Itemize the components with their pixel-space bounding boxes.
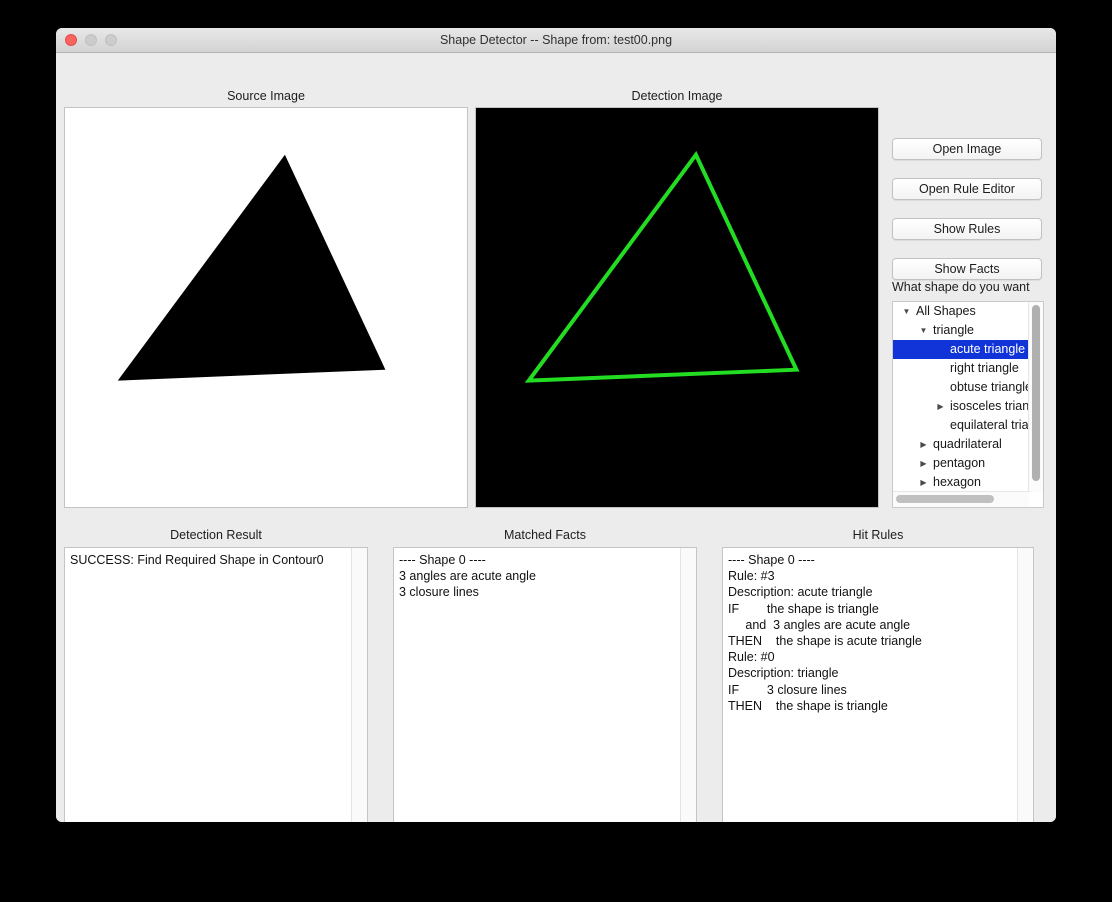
- tree-item-All-Shapes[interactable]: ▼ All Shapes: [893, 302, 1030, 321]
- hit-rules-scrollbar[interactable]: [1017, 548, 1033, 822]
- matched-facts-scrollbar[interactable]: [680, 548, 696, 822]
- tree-horizontal-scrollbar[interactable]: [893, 491, 1030, 507]
- matched-facts-panel[interactable]: ---- Shape 0 ---- 3 angles are acute ang…: [393, 547, 697, 822]
- tree-item-label: equilateral triangle: [950, 418, 1030, 433]
- detection-image-title: Detection Image: [631, 89, 723, 103]
- tree-item-label: triangle: [933, 323, 974, 338]
- tree-item-obtuse-triangle[interactable]: obtuse triangle: [893, 378, 1030, 397]
- tree-item-label: All Shapes: [916, 304, 976, 319]
- tree-item-label: hexagon: [933, 475, 981, 490]
- chevron-right-icon[interactable]: ▶: [918, 454, 929, 473]
- source-shape-svg: [65, 108, 467, 507]
- tree-item-isosceles-triangle[interactable]: ▶ isosceles triangle: [893, 397, 1030, 416]
- tree-item-label: right triangle: [950, 361, 1019, 376]
- source-image-view[interactable]: [64, 107, 468, 508]
- tree-item-acute-triangle[interactable]: acute triangle: [893, 340, 1030, 359]
- detection-shape-svg: [476, 108, 878, 507]
- chevron-right-icon[interactable]: ▶: [918, 473, 929, 492]
- show-rules-button[interactable]: Show Rules: [892, 218, 1042, 240]
- tree-item-label: quadrilateral: [933, 437, 1002, 452]
- open-rule-editor-button[interactable]: Open Rule Editor: [892, 178, 1042, 200]
- tree-horizontal-scroll-thumb[interactable]: [896, 495, 994, 503]
- tree-vertical-scrollbar[interactable]: [1028, 302, 1043, 492]
- tree-item-label: obtuse triangle: [950, 380, 1030, 395]
- tree-item-label: pentagon: [933, 456, 986, 471]
- shape-tree-list[interactable]: ▼ All Shapes ▼ triangle acute triangle right …: [893, 302, 1030, 492]
- tree-item-quadrilateral[interactable]: ▶ quadrilateral: [893, 435, 1030, 454]
- tree-vertical-scroll-thumb[interactable]: [1032, 305, 1040, 481]
- window-title: Shape Detector -- Shape from: test00.png: [439, 33, 673, 47]
- title-bar: Shape Detector -- Shape from: test00.png: [56, 28, 1056, 53]
- detection-result-title: Detection Result: [170, 528, 262, 542]
- source-image-title: Source Image: [227, 89, 305, 103]
- chevron-right-icon[interactable]: ▶: [918, 435, 929, 454]
- matched-facts-text: ---- Shape 0 ---- 3 angles are acute ang…: [399, 553, 536, 600]
- shape-tree[interactable]: ▼ All Shapes ▼ triangle acute triangle right …: [892, 301, 1044, 508]
- hit-rules-panel[interactable]: ---- Shape 0 ---- Rule: #3 Description: …: [722, 547, 1034, 822]
- tree-scroll-corner: [1029, 492, 1043, 507]
- hit-rules-text: ---- Shape 0 ---- Rule: #3 Description: …: [728, 553, 922, 713]
- tree-item-right-triangle[interactable]: right triangle: [893, 359, 1030, 378]
- app-window: Shape Detector -- Shape from: test00.png…: [56, 28, 1056, 822]
- detection-result-panel[interactable]: SUCCESS: Find Required Shape in Contour0: [64, 547, 368, 822]
- hit-rules-title: Hit Rules: [852, 528, 904, 542]
- tree-item-hexagon[interactable]: ▶ hexagon: [893, 473, 1030, 492]
- tree-item-label: isosceles triangle: [950, 399, 1030, 414]
- chevron-down-icon[interactable]: ▼: [918, 321, 929, 340]
- tree-item-pentagon[interactable]: ▶ pentagon: [893, 454, 1030, 473]
- matched-facts-title: Matched Facts: [504, 528, 586, 542]
- show-facts-button[interactable]: Show Facts: [892, 258, 1042, 280]
- open-image-button[interactable]: Open Image: [892, 138, 1042, 160]
- tree-item-label: acute triangle: [950, 342, 1026, 357]
- chevron-right-icon[interactable]: ▶: [935, 397, 946, 416]
- detection-image-view[interactable]: [475, 107, 879, 508]
- detection-result-text: SUCCESS: Find Required Shape in Contour0: [70, 553, 324, 567]
- shape-selector-label: What shape do you want: [892, 280, 1030, 294]
- detection-result-scrollbar[interactable]: [351, 548, 367, 822]
- tree-item-equilateral-triangle[interactable]: equilateral triangle: [893, 416, 1030, 435]
- chevron-down-icon[interactable]: ▼: [901, 302, 912, 321]
- window-content: Source Image Detection Image Open Image …: [56, 53, 1056, 822]
- tree-item-triangle[interactable]: ▼ triangle: [893, 321, 1030, 340]
